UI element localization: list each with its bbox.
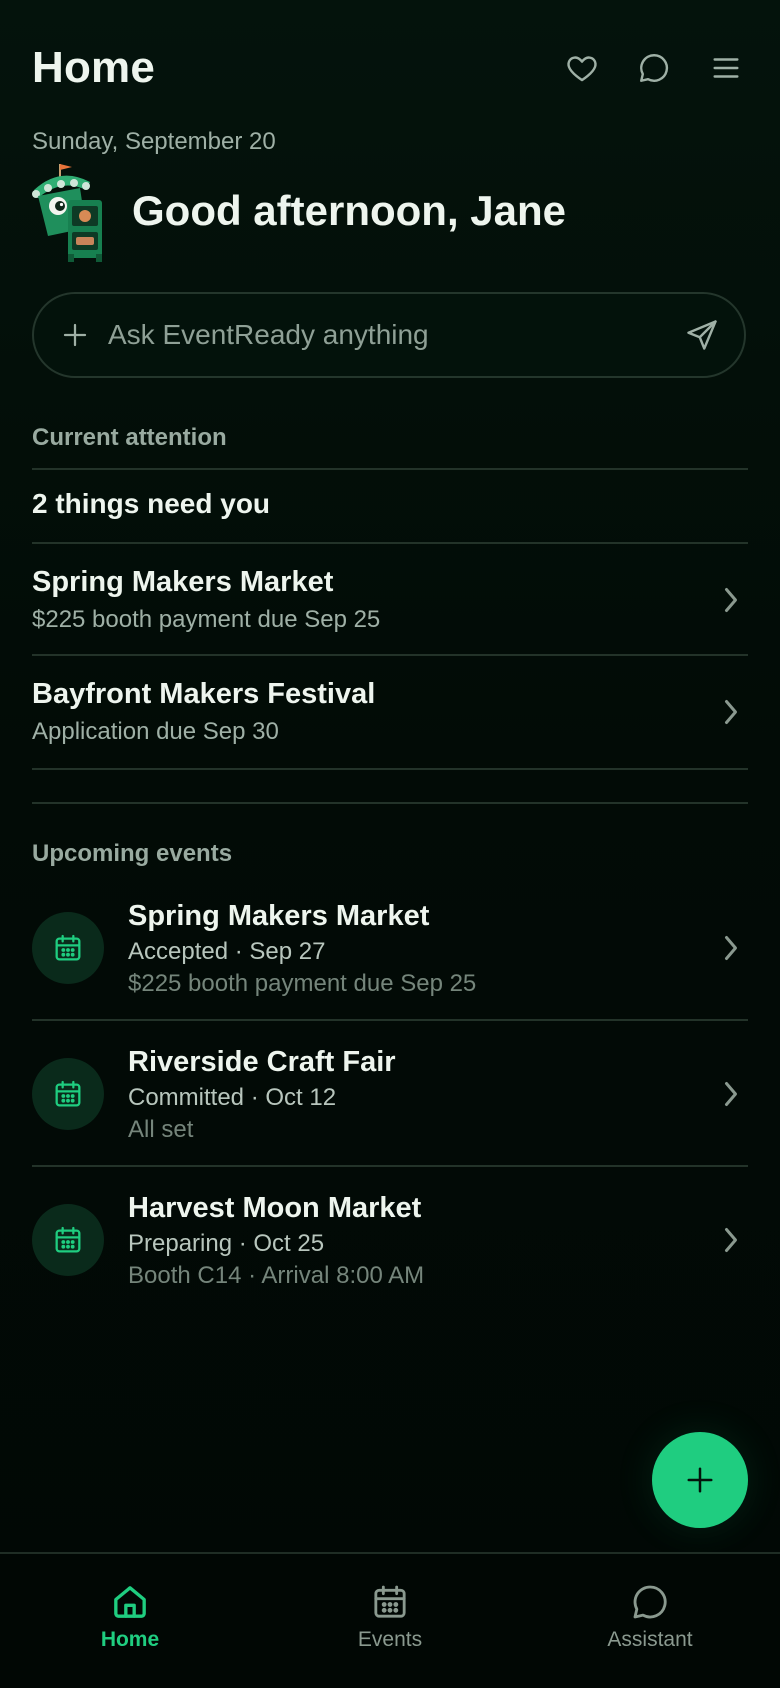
- event-status: Committed · Oct 12: [128, 1084, 337, 1111]
- attention-item-title: Spring Makers Market: [32, 566, 334, 598]
- header-actions: [560, 46, 748, 90]
- attention-count: 2 things need you: [32, 488, 271, 519]
- nav-label-events: Events: [357, 1628, 423, 1651]
- attention-item[interactable]: Bayfront Makers Festival Application due…: [32, 656, 748, 766]
- divider: [32, 1165, 748, 1167]
- add-event-button[interactable]: [652, 1432, 748, 1528]
- upcoming-events-label: Upcoming events: [32, 840, 233, 867]
- attention-item-subtitle: Application due Sep 30: [32, 718, 279, 745]
- event-icon-badge: [32, 912, 104, 984]
- chevron-right-icon: [725, 1082, 737, 1106]
- event-title: Harvest Moon Market: [128, 1192, 422, 1224]
- calendar-icon: [55, 934, 81, 961]
- date-label: Sunday, September 20: [32, 128, 276, 155]
- menu-button[interactable]: [704, 46, 748, 90]
- plus-icon[interactable]: [60, 320, 90, 350]
- messages-button[interactable]: [632, 46, 676, 90]
- chat-icon: [640, 54, 669, 82]
- greeting-row: Good afternoon, Jane: [28, 160, 566, 262]
- divider: [32, 802, 748, 804]
- ask-input[interactable]: [108, 319, 684, 351]
- calendar-icon: [55, 1226, 81, 1253]
- event-note: Booth C14 · Arrival 8:00 AM: [128, 1262, 425, 1289]
- mascot-illustration: [32, 164, 102, 262]
- chat-icon: [633, 1585, 667, 1619]
- nav-item-events[interactable]: Events: [260, 1554, 520, 1688]
- divider: [32, 768, 748, 770]
- event-icon-badge: [32, 1204, 104, 1276]
- greeting-text: Good afternoon, Jane: [132, 187, 567, 234]
- ask-bar[interactable]: [32, 292, 746, 378]
- nav-item-assistant[interactable]: Assistant: [520, 1554, 780, 1688]
- event-status: Preparing · Oct 25: [128, 1230, 325, 1257]
- favorites-button[interactable]: [560, 46, 604, 90]
- divider: [32, 468, 748, 470]
- send-icon[interactable]: [684, 317, 720, 353]
- attention-item-title: Bayfront Makers Festival: [32, 678, 376, 710]
- nav-label-assistant: Assistant: [607, 1628, 693, 1651]
- divider: [32, 1019, 748, 1021]
- event-status: Accepted · Sep 27: [128, 938, 326, 965]
- heart-icon: [567, 56, 597, 82]
- attention-item[interactable]: Spring Makers Market $225 booth payment …: [32, 544, 748, 654]
- event-icon-badge: [32, 1058, 104, 1130]
- chevron-right-icon: [725, 936, 737, 960]
- event-item[interactable]: Spring Makers Market Accepted · Sep 27 $…: [32, 880, 748, 1024]
- chevron-right-icon: [725, 700, 737, 724]
- event-item[interactable]: Harvest Moon Market Preparing · Oct 25 B…: [32, 1172, 748, 1316]
- event-note: All set: [128, 1116, 194, 1143]
- nav-label-home: Home: [100, 1628, 160, 1651]
- event-note: $225 booth payment due Sep 25: [128, 970, 477, 997]
- header: Home: [32, 36, 748, 100]
- chevron-right-icon: [725, 1228, 737, 1252]
- calendar-icon: [55, 1080, 81, 1107]
- event-title: Riverside Craft Fair: [128, 1046, 396, 1078]
- plus-icon: [687, 1467, 713, 1493]
- page-title: Home: [32, 43, 156, 92]
- calendar-icon: [374, 1585, 406, 1618]
- bottom-nav: Home Events Assistant: [0, 1552, 780, 1688]
- event-item[interactable]: Riverside Craft Fair Committed · Oct 12 …: [32, 1026, 748, 1170]
- nav-item-home[interactable]: Home: [0, 1554, 260, 1688]
- attention-item-subtitle: $225 booth payment due Sep 25: [32, 606, 381, 633]
- event-title: Spring Makers Market: [128, 900, 430, 932]
- home-icon: [114, 1586, 146, 1618]
- home-screen: Home Sunday, September 20 Good afternoon…: [0, 0, 780, 1688]
- menu-icon: [713, 58, 739, 78]
- current-attention-label: Current attention: [32, 424, 227, 451]
- chevron-right-icon: [725, 588, 737, 612]
